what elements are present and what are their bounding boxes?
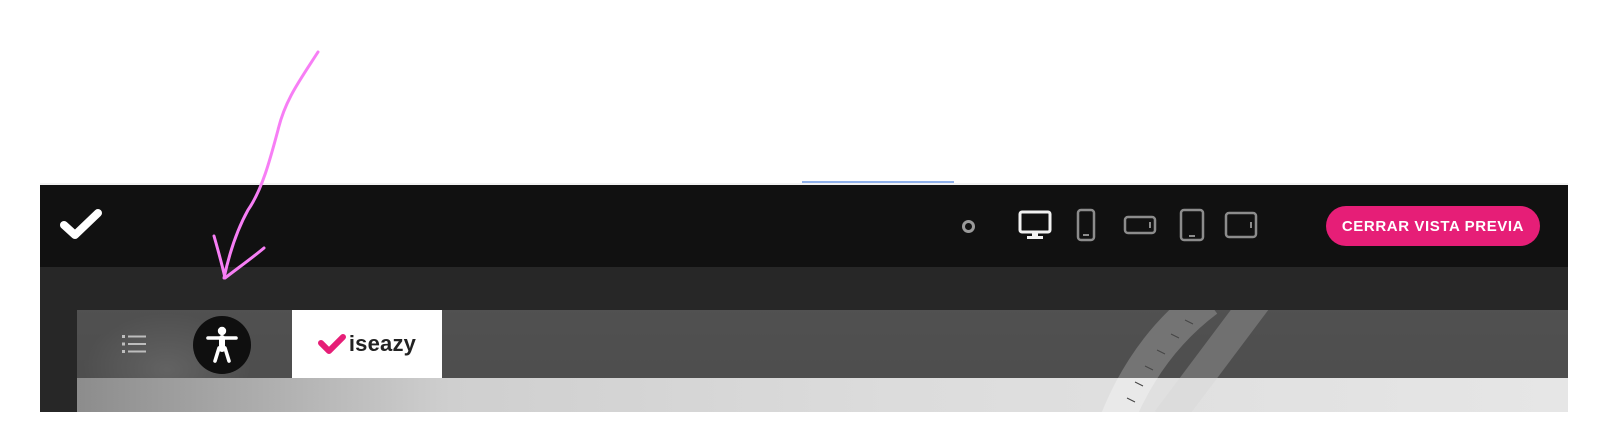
- mobile-portrait-icon[interactable]: [1076, 208, 1096, 242]
- brand-name: iseazy: [348, 331, 417, 356]
- course-preview-area: iseazy: [77, 310, 1568, 412]
- accessibility-button[interactable]: [193, 316, 251, 374]
- list-menu-icon[interactable]: [121, 332, 147, 356]
- desktop-icon[interactable]: [1018, 210, 1052, 240]
- tablet-landscape-icon[interactable]: [1224, 211, 1258, 239]
- preview-window: CERRAR VISTA PREVIA iseazy: [40, 185, 1568, 412]
- preview-toolbar: CERRAR VISTA PREVIA: [40, 185, 1568, 267]
- brand-logo-tab[interactable]: iseazy: [292, 310, 442, 378]
- mobile-landscape-icon[interactable]: [1123, 215, 1157, 235]
- close-preview-button[interactable]: CERRAR VISTA PREVIA: [1326, 206, 1540, 246]
- accessibility-person-icon: [206, 326, 238, 363]
- tablet-portrait-icon[interactable]: [1179, 208, 1205, 242]
- checkmark-logo-icon[interactable]: [60, 207, 102, 241]
- brand-heart-check-icon: [317, 334, 346, 354]
- background-photo-lower: [77, 378, 1568, 412]
- status-indicator-icon: [962, 220, 975, 233]
